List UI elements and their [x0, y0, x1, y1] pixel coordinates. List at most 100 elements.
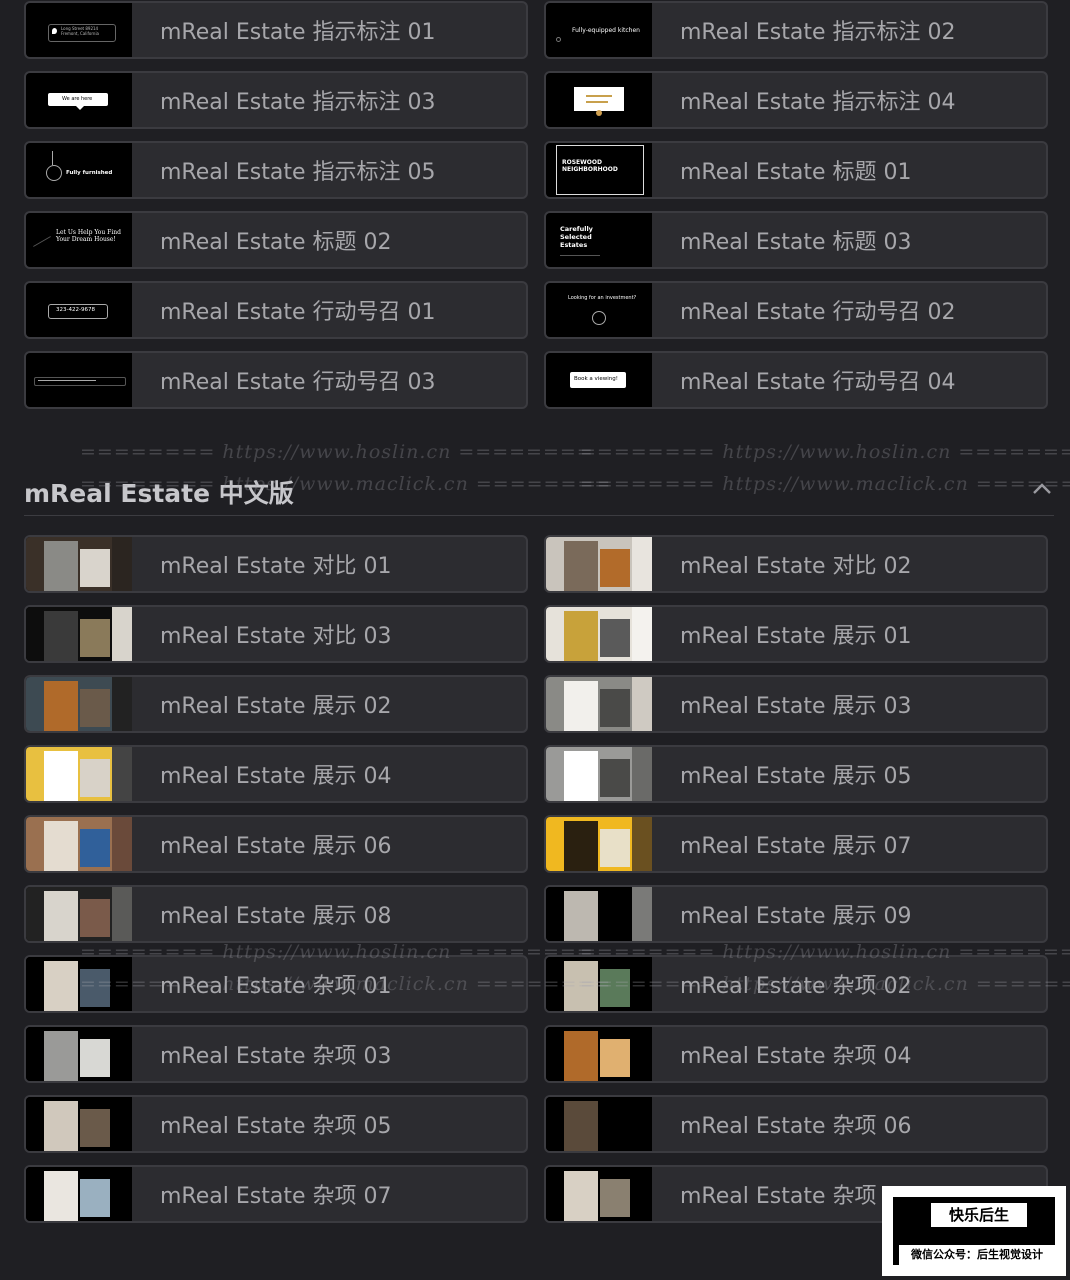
preset-thumbnail: [26, 677, 132, 731]
preset-item[interactable]: mReal Estate 杂项 01: [24, 955, 528, 1013]
preset-item[interactable]: mReal Estate 展示 08: [24, 885, 528, 943]
preset-item[interactable]: mReal Estate 杂项 02: [544, 955, 1048, 1013]
preset-thumbnail: Looking for an investment?: [546, 283, 652, 337]
preset-label: mReal Estate 指示标注 01: [160, 20, 436, 45]
thumbnail-text: Long Street 89214 Fremont, California: [61, 26, 100, 36]
preset-label: mReal Estate 行动号召 03: [160, 370, 436, 395]
preset-label: mReal Estate 展示 05: [680, 764, 912, 789]
preset-item[interactable]: mReal Estate 展示 01: [544, 605, 1048, 663]
preset-label: mReal Estate 杂项 05: [160, 1114, 392, 1139]
preset-item[interactable]: Looking for an investment? mReal Estate …: [544, 281, 1048, 339]
chevron-up-icon[interactable]: [1030, 478, 1054, 500]
preset-thumbnail: [546, 1027, 652, 1081]
watermark-hoslin: ======== https://www.hoslin.cn ========: [580, 441, 1070, 463]
preset-item[interactable]: 323-422-9678 mReal Estate 行动号召 01: [24, 281, 528, 339]
preset-label: mReal Estate 行动号召 01: [160, 300, 436, 325]
preset-item[interactable]: mReal Estate 杂项 07: [24, 1165, 528, 1223]
preset-label: mReal Estate 标题 03: [680, 230, 912, 255]
preset-thumbnail: [546, 1097, 652, 1151]
thumbnail-text: Looking for an investment?: [568, 295, 637, 301]
thumbnail-text: Book a viewing!: [574, 376, 618, 382]
preset-label: mReal Estate 标题 01: [680, 160, 912, 185]
preset-item[interactable]: mReal Estate 杂项 06: [544, 1095, 1048, 1153]
preset-label: mReal Estate 展示 02: [160, 694, 392, 719]
preset-item[interactable]: Let Us Help You Find Your Dream House! m…: [24, 211, 528, 269]
preset-thumbnail: [26, 353, 132, 407]
preset-item[interactable]: mReal Estate 展示 02: [24, 675, 528, 733]
preset-thumbnail: [26, 817, 132, 871]
preset-item[interactable]: mReal Estate 对比 03: [24, 605, 528, 663]
preset-thumbnail: Fully furnished: [26, 143, 132, 197]
preset-item[interactable]: mReal Estate 杂项 04: [544, 1025, 1048, 1083]
section-divider: [24, 515, 1054, 516]
stamp-title: 快乐后生: [931, 1203, 1027, 1227]
preset-label: mReal Estate 指示标注 02: [680, 20, 956, 45]
thumbnail-text: Fully-equipped kitchen: [572, 27, 640, 34]
preset-thumbnail: [546, 677, 652, 731]
preset-item[interactable]: mReal Estate 对比 02: [544, 535, 1048, 593]
preset-thumbnail: [546, 73, 652, 127]
preset-item[interactable]: Book a viewing! mReal Estate 行动号召 04: [544, 351, 1048, 409]
preset-thumbnail: [546, 887, 652, 941]
thumbnail-text: We are here: [62, 96, 93, 102]
thumbnail-text: ROSEWOOD NEIGHBORHOOD: [562, 159, 618, 173]
preset-label: mReal Estate 行动号召 02: [680, 300, 956, 325]
preset-label: mReal Estate 对比 03: [160, 624, 392, 649]
preset-thumbnail: Carefully Selected Estates: [546, 213, 652, 267]
preset-item[interactable]: mReal Estate 展示 03: [544, 675, 1048, 733]
preset-grid-callouts: Long Street 89214 Fremont, California mRe…: [24, 1, 1048, 409]
preset-thumbnail: 323-422-9678: [26, 283, 132, 337]
preset-thumbnail: Book a viewing!: [546, 353, 652, 407]
preset-label: mReal Estate 标题 02: [160, 230, 392, 255]
preset-item[interactable]: We are here mReal Estate 指示标注 03: [24, 71, 528, 129]
preset-label: mReal Estate 杂项 01: [160, 974, 392, 999]
preset-item[interactable]: ROSEWOOD NEIGHBORHOOD mReal Estate 标题 01: [544, 141, 1048, 199]
preset-thumbnail: [26, 607, 132, 661]
preset-label: mReal Estate 杂项 02: [680, 974, 912, 999]
preset-item[interactable]: mReal Estate 展示 05: [544, 745, 1048, 803]
preset-label: mReal Estate 对比 02: [680, 554, 912, 579]
preset-thumbnail: [26, 887, 132, 941]
stamp-subtitle: 微信公众号：后生视觉设计: [899, 1245, 1055, 1265]
preset-label: mReal Estate 展示 09: [680, 904, 912, 929]
preset-thumbnail: [546, 1167, 652, 1221]
thumbnail-text: Fully furnished: [66, 170, 113, 176]
section-title: mReal Estate 中文版: [24, 479, 294, 508]
preset-thumbnail: [26, 957, 132, 1011]
preset-label: mReal Estate 展示 01: [680, 624, 912, 649]
preset-thumbnail: ROSEWOOD NEIGHBORHOOD: [546, 143, 652, 197]
preset-thumbnail: [26, 537, 132, 591]
preset-item[interactable]: Long Street 89214 Fremont, California mRe…: [24, 1, 528, 59]
thumbnail-text: Let Us Help You Find Your Dream House!: [56, 229, 121, 243]
preset-item[interactable]: mReal Estate 杂项 05: [24, 1095, 528, 1153]
preset-label: mReal Estate 指示标注 05: [160, 160, 436, 185]
preset-item[interactable]: mReal Estate 指示标注 04: [544, 71, 1048, 129]
preset-item[interactable]: mReal Estate 展示 07: [544, 815, 1048, 873]
preset-thumbnail: Long Street 89214 Fremont, California: [26, 3, 132, 57]
preset-thumbnail: [546, 537, 652, 591]
preset-thumbnail: [546, 957, 652, 1011]
preset-item[interactable]: mReal Estate 展示 09: [544, 885, 1048, 943]
preset-item[interactable]: Fully furnished mReal Estate 指示标注 05: [24, 141, 528, 199]
preset-thumbnail: [26, 1167, 132, 1221]
preset-item[interactable]: mReal Estate 行动号召 03: [24, 351, 528, 409]
preset-thumbnail: [26, 747, 132, 801]
preset-label: mReal Estate 展示 04: [160, 764, 392, 789]
preset-item[interactable]: Fully-equipped kitchen mReal Estate 指示标注…: [544, 1, 1048, 59]
preset-item[interactable]: Carefully Selected Estates mReal Estate …: [544, 211, 1048, 269]
preset-label: mReal Estate 指示标注 04: [680, 90, 956, 115]
preset-label: mReal Estate 展示 03: [680, 694, 912, 719]
preset-item[interactable]: mReal Estate 杂项 03: [24, 1025, 528, 1083]
preset-thumbnail: Fully-equipped kitchen: [546, 3, 652, 57]
preset-label: mReal Estate 展示 07: [680, 834, 912, 859]
preset-item[interactable]: mReal Estate 对比 01: [24, 535, 528, 593]
preset-item[interactable]: mReal Estate 展示 04: [24, 745, 528, 803]
preset-label: mReal Estate 展示 06: [160, 834, 392, 859]
preset-item[interactable]: mReal Estate 展示 06: [24, 815, 528, 873]
preset-label: mReal Estate 杂项 04: [680, 1044, 912, 1069]
wechat-stamp: 快乐后生 微信公众号：后生视觉设计: [882, 1186, 1066, 1276]
watermark-hoslin: ======== https://www.hoslin.cn ========: [80, 441, 594, 463]
preset-label: mReal Estate 杂项 03: [160, 1044, 392, 1069]
preset-grid-chinese: mReal Estate 对比 01 mReal Estate 对比 02 mR…: [24, 535, 1048, 1223]
preset-label: mReal Estate 展示 08: [160, 904, 392, 929]
